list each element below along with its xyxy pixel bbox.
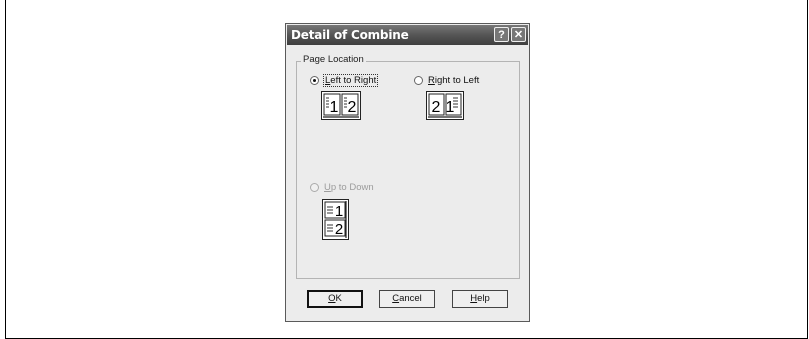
radio-selected-dot (313, 79, 316, 82)
pages-1-2-horizontal-icon: 1 2 (321, 91, 361, 120)
right-to-left-radio[interactable] (414, 76, 423, 85)
right-to-left-text: ight to Left (434, 75, 480, 86)
dialog-title: Detail of Combine (291, 28, 409, 42)
icon-digit-1: 1 (330, 99, 339, 116)
right-to-left-label[interactable]: Right to Left (428, 75, 479, 86)
left-to-right-radio[interactable] (310, 76, 319, 85)
icon-digit-2: 2 (335, 221, 343, 238)
dialog-titlebar[interactable]: Detail of Combine ? ✕ (287, 25, 528, 45)
up-to-down-accel: U (324, 182, 331, 193)
detail-of-combine-dialog: Detail of Combine ? ✕ Page Location Left… (285, 23, 530, 322)
right-to-left-accel: R (428, 75, 435, 86)
up-to-down-option[interactable]: Up to Down (310, 182, 374, 193)
help-text: elp (477, 293, 490, 304)
pages-1-2-vertical-icon: 1 2 (322, 199, 349, 240)
pages-1-2-vertical-graphic: 1 2 (324, 201, 347, 238)
icon-digit-1: 1 (335, 203, 343, 220)
icon-digit-1: 1 (446, 99, 455, 116)
ok-accel: O (328, 293, 336, 304)
pages-1-2-horizontal-graphic: 1 2 (323, 93, 359, 118)
icon-digit-2: 2 (348, 99, 357, 116)
close-icon: ✕ (513, 29, 524, 41)
cancel-button[interactable]: Cancel (379, 290, 435, 308)
up-to-down-radio[interactable] (310, 183, 319, 192)
ok-button[interactable]: OK (307, 290, 363, 308)
help-button[interactable]: Help (452, 290, 508, 308)
icon-digit-2: 2 (432, 99, 441, 116)
pages-2-1-horizontal-graphic: 2 1 (428, 93, 462, 118)
up-to-down-label[interactable]: Up to Down (324, 182, 374, 193)
question-mark-icon: ? (498, 29, 505, 41)
close-button[interactable]: ✕ (511, 27, 526, 42)
left-to-right-label[interactable]: Left to Right (322, 74, 379, 87)
pages-2-1-horizontal-icon: 2 1 (426, 91, 464, 120)
help-title-button[interactable]: ? (494, 27, 509, 42)
cancel-text: ancel (399, 293, 422, 304)
page-location-label: Page Location (301, 54, 366, 65)
ok-text: K (335, 293, 342, 304)
left-to-right-option[interactable]: Left to Right (310, 74, 379, 87)
left-to-right-text: eft to Right (330, 75, 377, 86)
up-to-down-text: p to Down (330, 182, 374, 193)
right-to-left-option[interactable]: Right to Left (414, 75, 479, 86)
